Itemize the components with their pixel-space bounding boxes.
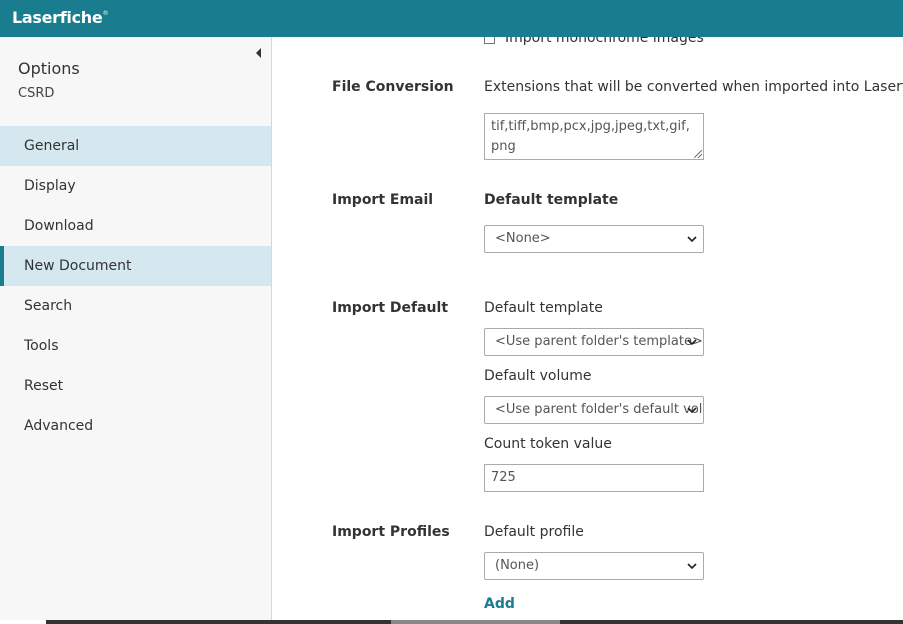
options-nav: General Display Download New Document Se… — [0, 126, 271, 446]
extensions-text: tif,tiff,bmp,pcx,jpg,jpeg,txt,gif,png — [491, 119, 690, 154]
extensions-textarea[interactable]: tif,tiff,bmp,pcx,jpg,jpeg,txt,gif,png — [484, 113, 704, 160]
default-template-select[interactable]: <Use parent folder's template> — [484, 328, 704, 356]
collapse-sidebar-icon[interactable] — [254, 47, 264, 59]
import-email-heading: Import Email — [332, 192, 434, 208]
chevron-down-icon — [687, 236, 697, 243]
default-profile-select[interactable]: (None) — [484, 552, 704, 580]
email-template-label: Default template — [484, 192, 619, 208]
nav-item-advanced[interactable]: Advanced — [0, 406, 271, 446]
monochrome-option[interactable]: Import monochrome images — [484, 37, 704, 46]
default-volume-label: Default volume — [484, 368, 592, 384]
nav-item-new-document[interactable]: New Document — [0, 246, 271, 286]
laserfiche-logo[interactable]: Laserfiche® — [12, 8, 108, 27]
registered-mark: ® — [102, 10, 109, 17]
nav-item-reset[interactable]: Reset — [0, 366, 271, 406]
monochrome-checkbox[interactable] — [484, 37, 495, 44]
email-template-value: <None> — [495, 231, 551, 246]
email-template-select[interactable]: <None> — [484, 225, 704, 253]
nav-item-download[interactable]: Download — [0, 206, 271, 246]
default-template-value: <Use parent folder's template> — [495, 334, 703, 349]
default-volume-select[interactable]: <Use parent folder's default volume> — [484, 396, 704, 424]
import-default-heading: Import Default — [332, 300, 449, 316]
default-template-label: Default template — [484, 300, 603, 316]
monochrome-label: Import monochrome images — [505, 37, 704, 46]
resize-grip-icon[interactable] — [694, 150, 702, 158]
bottom-edge — [0, 620, 903, 624]
nav-item-search[interactable]: Search — [0, 286, 271, 326]
file-conversion-description: Extensions that will be converted when i… — [484, 79, 903, 95]
chevron-down-icon — [687, 339, 697, 346]
file-conversion-heading: File Conversion — [332, 79, 454, 95]
default-profile-label: Default profile — [484, 524, 584, 540]
import-profiles-heading: Import Profiles — [332, 524, 450, 540]
options-content: Import monochrome images File Conversion… — [272, 37, 903, 624]
chevron-down-icon — [687, 407, 697, 414]
default-profile-value: (None) — [495, 558, 540, 573]
nav-item-tools[interactable]: Tools — [0, 326, 271, 366]
sidebar-subtitle: CSRD — [18, 86, 55, 101]
nav-item-display[interactable]: Display — [0, 166, 271, 206]
chevron-down-icon — [687, 563, 697, 570]
sidebar-title: Options — [18, 59, 80, 78]
count-token-label: Count token value — [484, 436, 612, 452]
options-sidebar: Options CSRD General Display Download Ne… — [0, 37, 272, 624]
top-bar: Laserfiche® — [0, 0, 903, 37]
logo-text: Laserfiche — [12, 8, 103, 27]
nav-item-general[interactable]: General — [0, 126, 271, 166]
add-profile-link[interactable]: Add — [484, 596, 515, 612]
count-token-input[interactable]: 725 — [484, 464, 704, 492]
default-volume-value: <Use parent folder's default volume> — [495, 402, 703, 417]
